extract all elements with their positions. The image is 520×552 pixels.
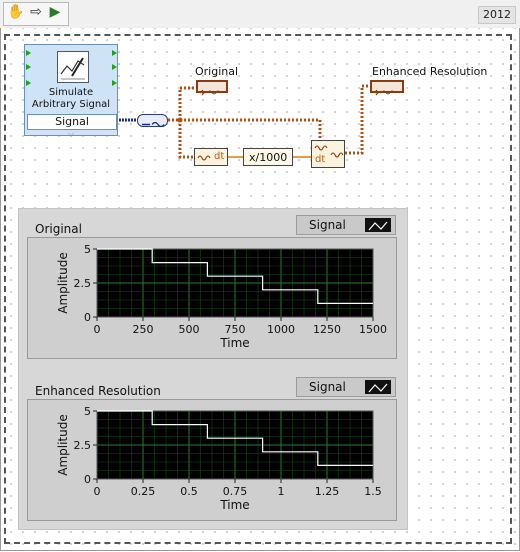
x-tick-label: 0 [94, 323, 101, 336]
wire-to-set-dt[interactable] [168, 118, 322, 140]
x-tick-label: 1000 [267, 323, 295, 336]
x-tick-label: 500 [179, 323, 200, 336]
wire-to-get-dt[interactable] [178, 120, 194, 159]
original-plot-legend[interactable]: Signal [296, 215, 396, 235]
dt-set-label: dt [315, 154, 326, 165]
original-graph-title: Original [35, 222, 82, 236]
enhanced-graph-terminal[interactable] [370, 80, 404, 96]
y-tick-label: 2.5 [74, 277, 92, 290]
waveform-icon [197, 155, 211, 161]
x-tick-label: 0 [94, 485, 101, 498]
y-tick-label: 2.5 [74, 439, 92, 452]
x-tick-label: 0.75 [223, 485, 248, 498]
y-tick-label: 0 [84, 473, 91, 486]
x-tick-label: 0.5 [180, 485, 198, 498]
conversion-icon [142, 121, 165, 128]
wire-to-original[interactable] [168, 86, 196, 122]
plot-style-icon[interactable] [365, 380, 391, 394]
x-tick-label: 1.25 [315, 485, 340, 498]
wire-to-enhanced[interactable] [345, 84, 372, 155]
x-tick-label: 0.25 [131, 485, 156, 498]
get-dt-node[interactable]: dt [194, 148, 228, 166]
y-axis-label: Amplitude [56, 252, 70, 314]
x-tick-label: 1.5 [364, 485, 382, 498]
y-axis-label: Amplitude [56, 414, 70, 476]
x-tick-label: 1500 [359, 323, 387, 336]
waveform-icon [330, 152, 344, 158]
output-terminal-icon[interactable] [112, 50, 117, 56]
enhanced-indicator-label: Enhanced Resolution [372, 65, 488, 78]
y-tick-label: 5 [84, 405, 91, 418]
x-tick-label: 250 [133, 323, 154, 336]
waveform-icon [374, 89, 395, 96]
original-waveform-graph[interactable]: 0 250 500 750 1000 1250 1500 0 2.5 5 Time Amplitude [27, 237, 397, 359]
wire-junction [177, 117, 183, 123]
signal-pen-icon [57, 51, 89, 83]
output-terminal-icon[interactable] [112, 80, 117, 86]
enhanced-graph-title: Enhanced Resolution [35, 384, 161, 398]
x-tick-label: 1250 [313, 323, 341, 336]
input-terminal-icon[interactable] [26, 64, 31, 70]
input-terminal-icon[interactable] [26, 50, 31, 56]
legend-label: Signal [309, 380, 346, 394]
original-indicator-label: Original [195, 65, 239, 78]
x-axis-label: Time [219, 498, 249, 512]
node-title: Simulate Arbitrary Signal [25, 87, 117, 111]
y-tick-label: 5 [84, 243, 91, 256]
convert-dynamic-data-node[interactable] [137, 114, 168, 128]
set-dt-node[interactable]: dt [311, 140, 345, 168]
dt-label: dt [214, 151, 225, 162]
waveform-icon [314, 145, 328, 151]
y-tick-label: 0 [84, 311, 91, 324]
simulate-arbitrary-signal-node[interactable]: Simulate Arbitrary Signal Signal ⌵ [24, 44, 118, 139]
signal-output-terminal[interactable]: Signal [27, 114, 117, 130]
expand-chevron-icon[interactable]: ⌵ [25, 129, 117, 139]
enhanced-waveform-graph[interactable]: 0 0.25 0.5 0.75 1 1.25 1.5 0 2.5 5 Time Amplitude [27, 399, 397, 521]
original-graph-terminal[interactable] [196, 80, 228, 96]
scale-divide-node[interactable]: x/1000 [243, 148, 293, 166]
input-terminal-icon[interactable] [26, 80, 31, 86]
scale-label: x/1000 [249, 151, 288, 164]
x-tick-label: 750 [225, 323, 246, 336]
legend-label: Signal [309, 218, 346, 232]
node-title-line1: Simulate [48, 87, 94, 98]
waveform-icon [200, 89, 221, 96]
x-tick-label: 1 [278, 485, 285, 498]
enhanced-plot-legend[interactable]: Signal [296, 377, 396, 397]
plot-style-icon[interactable] [365, 218, 391, 232]
x-axis-label: Time [219, 336, 249, 350]
node-title-line2: Arbitrary Signal [31, 99, 111, 110]
output-terminal-icon[interactable] [112, 64, 117, 70]
